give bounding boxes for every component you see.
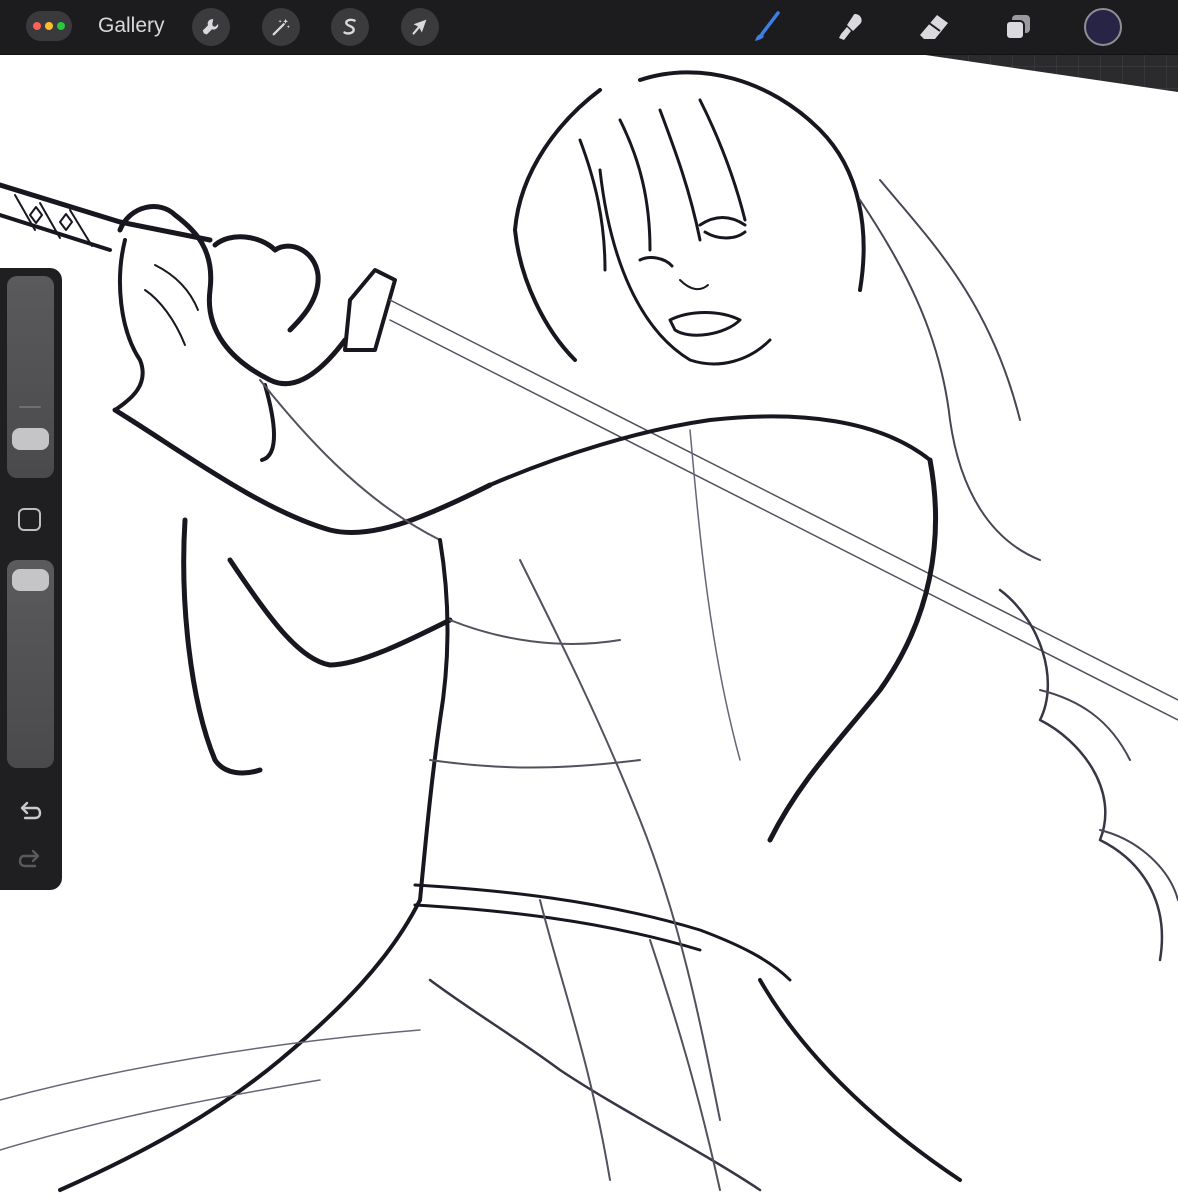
brush-size-slider[interactable] [7, 276, 54, 478]
redo-arrow-icon [18, 849, 40, 868]
opacity-slider[interactable] [7, 560, 54, 768]
color-picker-button[interactable] [1084, 8, 1122, 46]
smudge-icon [839, 14, 862, 40]
drawing-canvas[interactable] [0, 0, 1178, 1200]
paper [0, 52, 1178, 1200]
eraser-icon [920, 15, 948, 39]
brush-size-knob[interactable] [12, 428, 49, 450]
arrow-cursor-icon [412, 19, 427, 35]
layers-icon [1005, 15, 1030, 40]
undo-button[interactable] [16, 796, 44, 824]
yellow-dot [45, 22, 53, 30]
undo-arrow-icon [20, 801, 42, 820]
layers-tool-button[interactable] [997, 6, 1039, 48]
smudge-tool-button[interactable] [830, 6, 872, 48]
gallery-button[interactable]: Gallery [98, 14, 165, 38]
slider-tick [19, 406, 41, 408]
red-dot [33, 22, 41, 30]
eraser-tool-button[interactable] [913, 6, 955, 48]
actions-button[interactable] [192, 8, 230, 46]
window-menu-button[interactable] [26, 11, 72, 41]
top-toolbar: Gallery [0, 0, 1178, 55]
adjustments-button[interactable] [262, 8, 300, 46]
brush-tool-button[interactable] [746, 6, 788, 48]
green-dot [57, 22, 65, 30]
brush-icon [755, 11, 780, 41]
wrench-icon [202, 19, 219, 35]
left-sidebar [0, 268, 62, 890]
redo-button[interactable] [16, 844, 44, 872]
selection-s-icon [343, 18, 356, 35]
transform-button[interactable] [401, 8, 439, 46]
magic-wand-icon [272, 18, 290, 36]
selection-button[interactable] [331, 8, 369, 46]
modify-button[interactable] [18, 508, 41, 531]
opacity-knob[interactable] [12, 569, 49, 591]
